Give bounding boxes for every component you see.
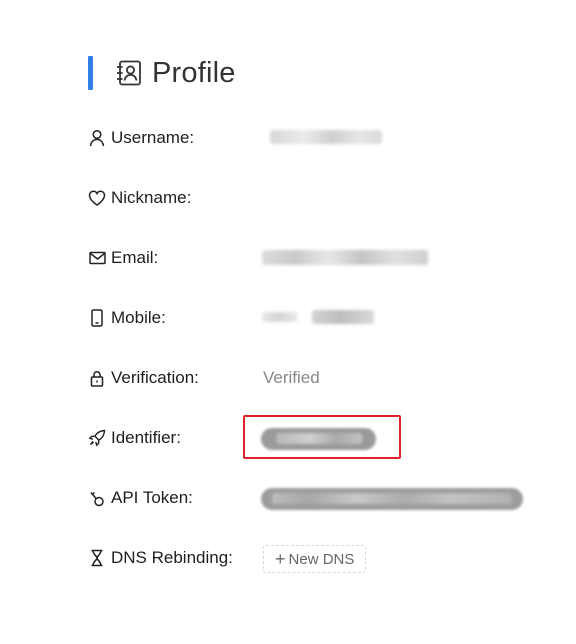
verification-label: Verification:	[111, 368, 199, 387]
dns-rebinding-label: DNS Rebinding:	[111, 548, 233, 567]
identifier-highlight-box	[243, 415, 401, 459]
plus-icon: +	[275, 549, 286, 569]
email-row: Email:	[88, 246, 158, 270]
email-value-redacted	[262, 250, 428, 265]
nickname-row: Nickname:	[88, 186, 191, 210]
nickname-label: Nickname:	[111, 188, 192, 207]
api-token-text-redacted	[272, 493, 512, 504]
mobile-phone-icon	[88, 309, 106, 327]
new-dns-label: New DNS	[288, 550, 355, 568]
username-value-redacted	[270, 130, 382, 144]
username-row: Username:	[88, 126, 194, 150]
verification-row: Verification:	[88, 366, 199, 390]
mobile-prefix-redacted	[262, 312, 298, 322]
user-icon	[88, 129, 106, 147]
api-token-label: API Token:	[111, 488, 193, 507]
mail-icon	[88, 249, 106, 267]
verification-status: Verified	[263, 368, 320, 387]
key-icon	[88, 489, 106, 507]
contact-card-icon	[115, 59, 143, 87]
mobile-row: Mobile:	[88, 306, 166, 330]
identifier-row: Identifier:	[88, 426, 181, 450]
lock-icon	[88, 369, 106, 387]
email-label: Email:	[111, 248, 159, 267]
heart-icon	[88, 189, 106, 207]
page-title: Profile	[152, 56, 236, 89]
hourglass-icon	[88, 549, 106, 567]
header-accent-bar	[88, 56, 93, 90]
identifier-label: Identifier:	[111, 428, 181, 447]
new-dns-button[interactable]: + New DNS	[263, 545, 367, 573]
mobile-label: Mobile:	[111, 308, 166, 327]
rocket-icon	[88, 429, 106, 447]
username-label: Username:	[111, 128, 195, 147]
api-token-row: API Token:	[88, 486, 193, 510]
dns-rebinding-row: DNS Rebinding:	[88, 546, 233, 570]
mobile-value-redacted	[312, 310, 374, 324]
profile-header: Profile	[88, 56, 236, 90]
